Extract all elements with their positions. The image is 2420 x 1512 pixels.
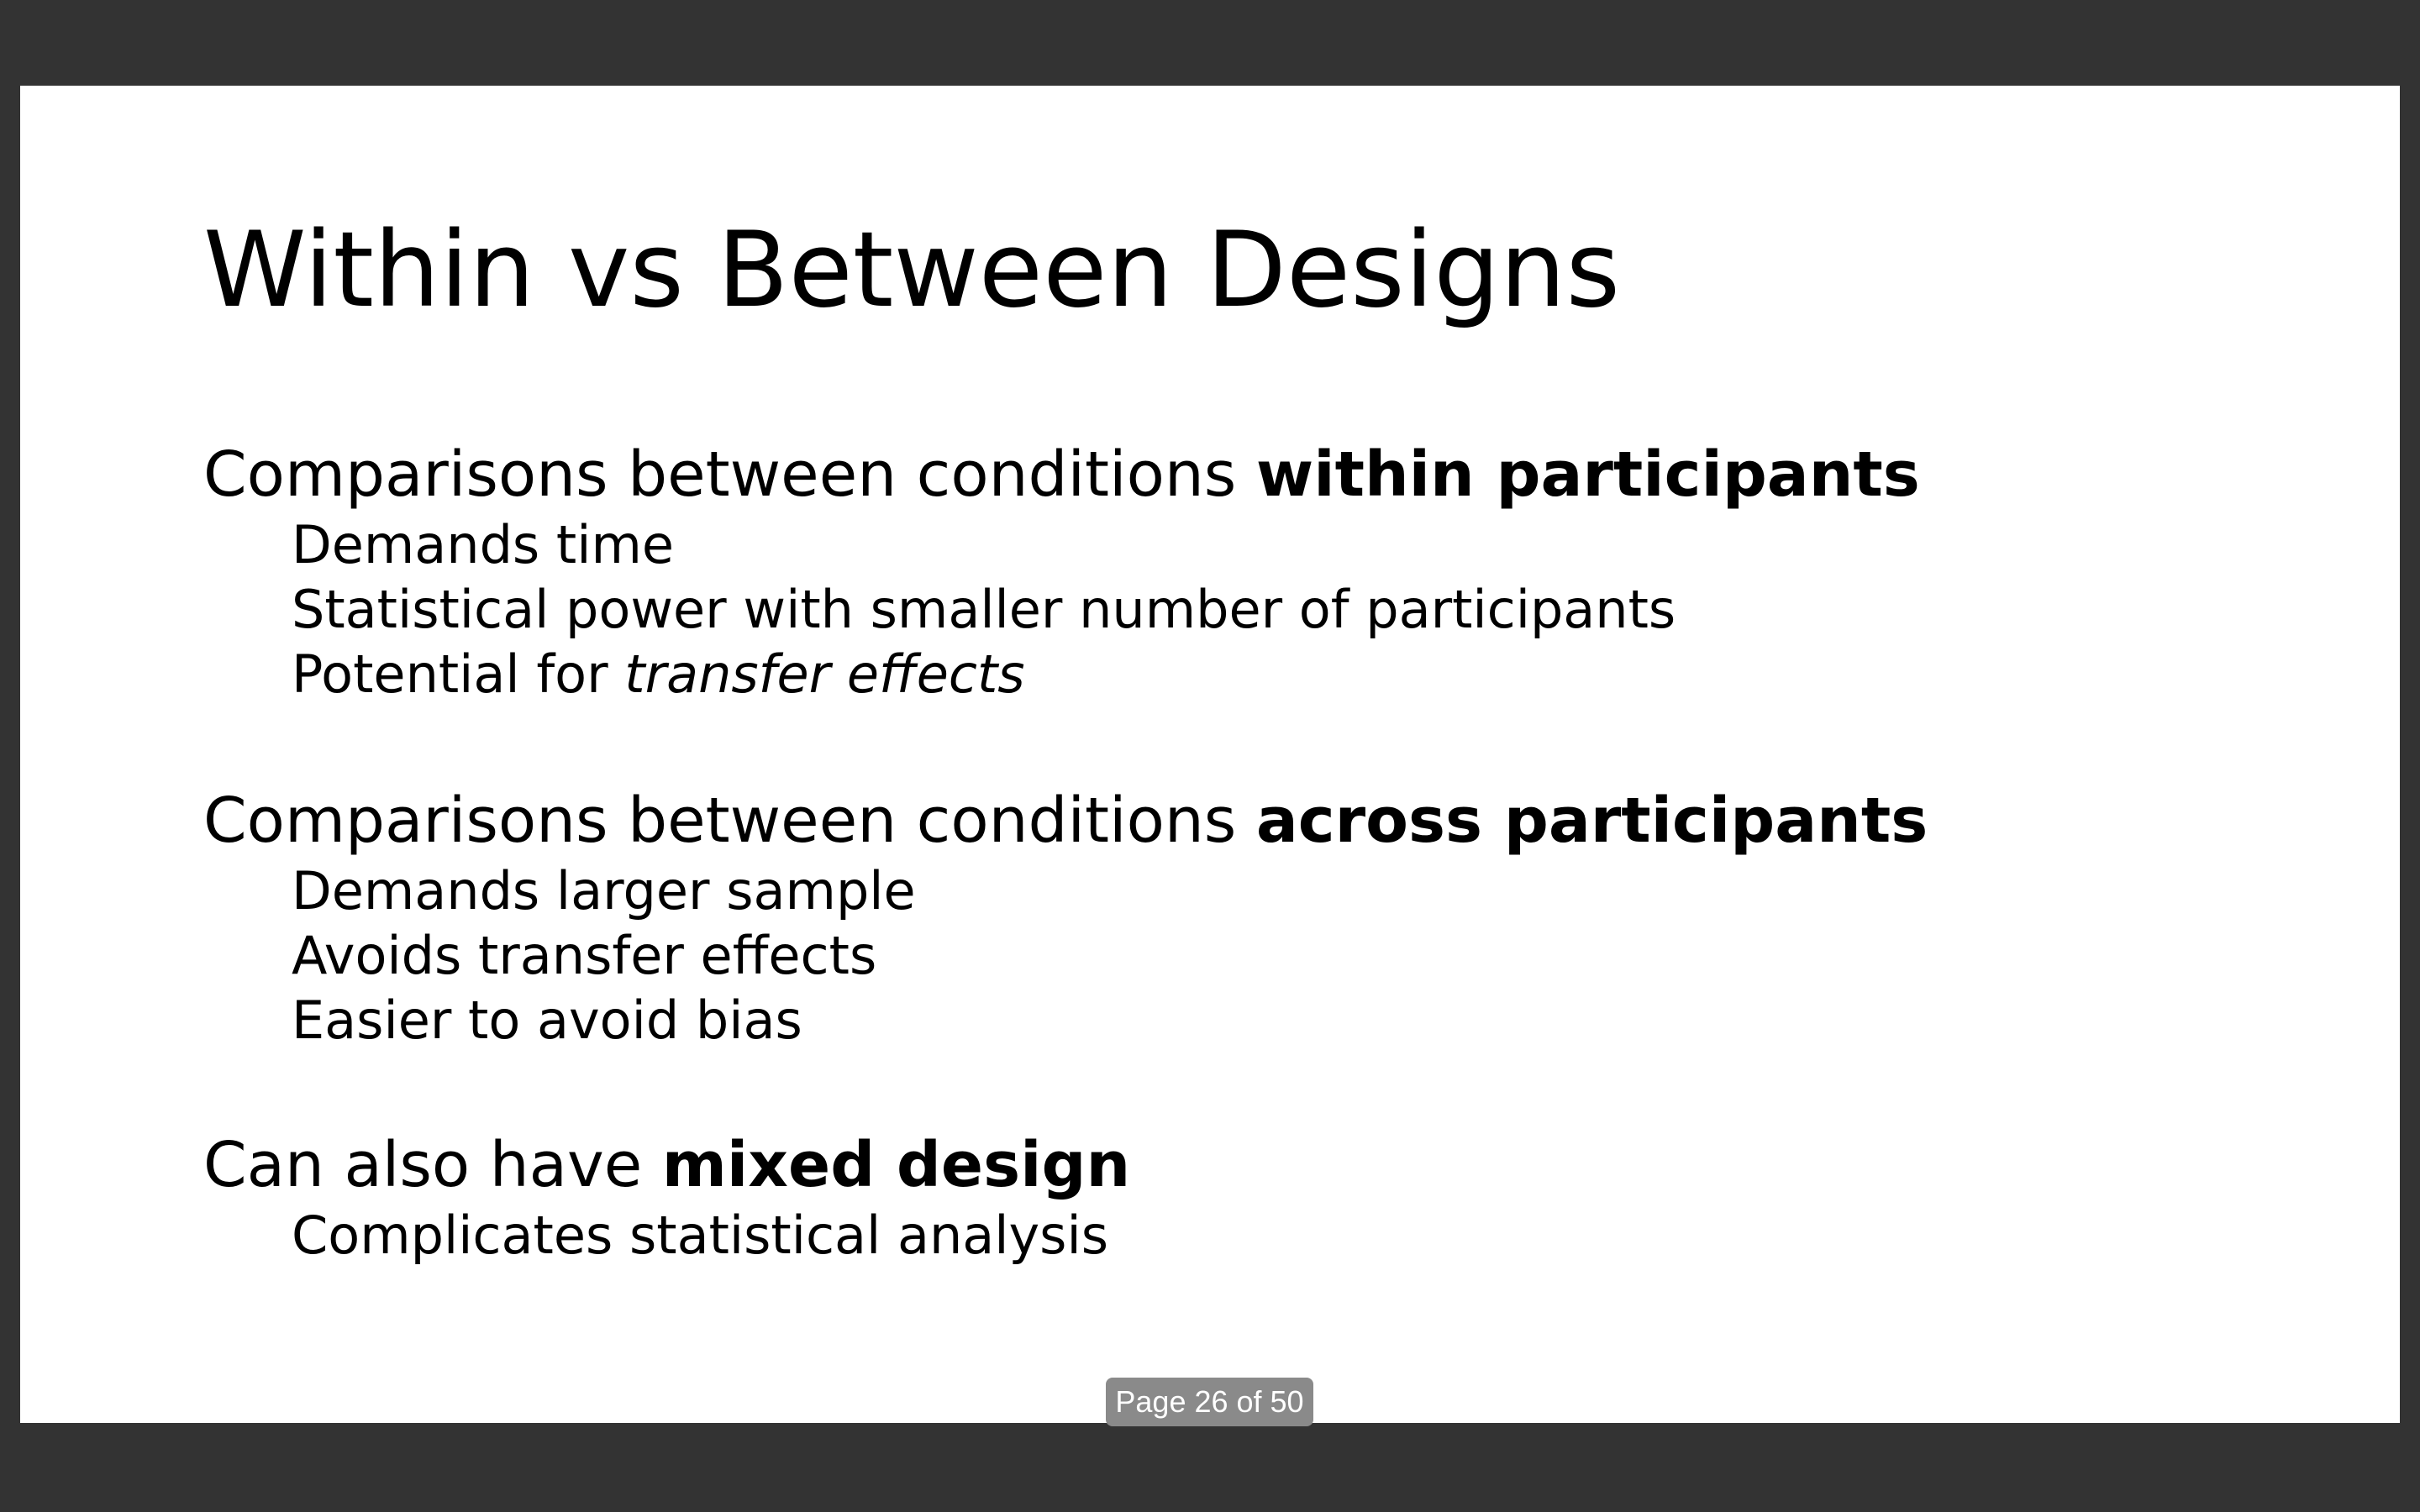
section-heading: Comparisons between conditions across pa… <box>203 783 1928 858</box>
page-indicator: Page 26 of 50 <box>1106 1378 1313 1426</box>
list-item: Demands larger sample <box>292 860 916 921</box>
slide-page: Within vs Between Designs Comparisons be… <box>20 86 2400 1423</box>
list-item: Complicates statistical analysis <box>292 1205 1108 1266</box>
slide-title: Within vs Between Designs <box>203 210 1621 331</box>
section-heading: Can also have mixed design <box>203 1127 1130 1203</box>
list-item: Statistical power with smaller number of… <box>292 579 1676 640</box>
document-viewer: Within vs Between Designs Comparisons be… <box>0 0 2420 1512</box>
section-across: Comparisons between conditions across pa… <box>203 783 1928 1053</box>
list-item: Easier to avoid bias <box>292 990 802 1051</box>
heading-text: Comparisons between conditions <box>203 438 1256 511</box>
list-item: Demands time <box>292 514 675 575</box>
section-mixed: Can also have mixed design Complicates s… <box>203 1127 1130 1268</box>
heading-emphasis: mixed design <box>661 1129 1131 1201</box>
heading-emphasis: across participants <box>1255 785 1928 857</box>
section-within: Comparisons between conditions within pa… <box>203 437 1920 706</box>
list-item-emphasis: transfer effects <box>624 643 1025 705</box>
list-item: Potential for transfer effects <box>203 642 1920 706</box>
heading-emphasis: within participants <box>1255 438 1920 511</box>
section-heading: Comparisons between conditions within pa… <box>203 437 1920 512</box>
list-item: Avoids transfer effects <box>292 925 877 986</box>
heading-text: Comparisons between conditions <box>203 785 1256 857</box>
heading-text: Can also have <box>203 1129 662 1201</box>
list-item-text: Potential for <box>292 643 625 705</box>
